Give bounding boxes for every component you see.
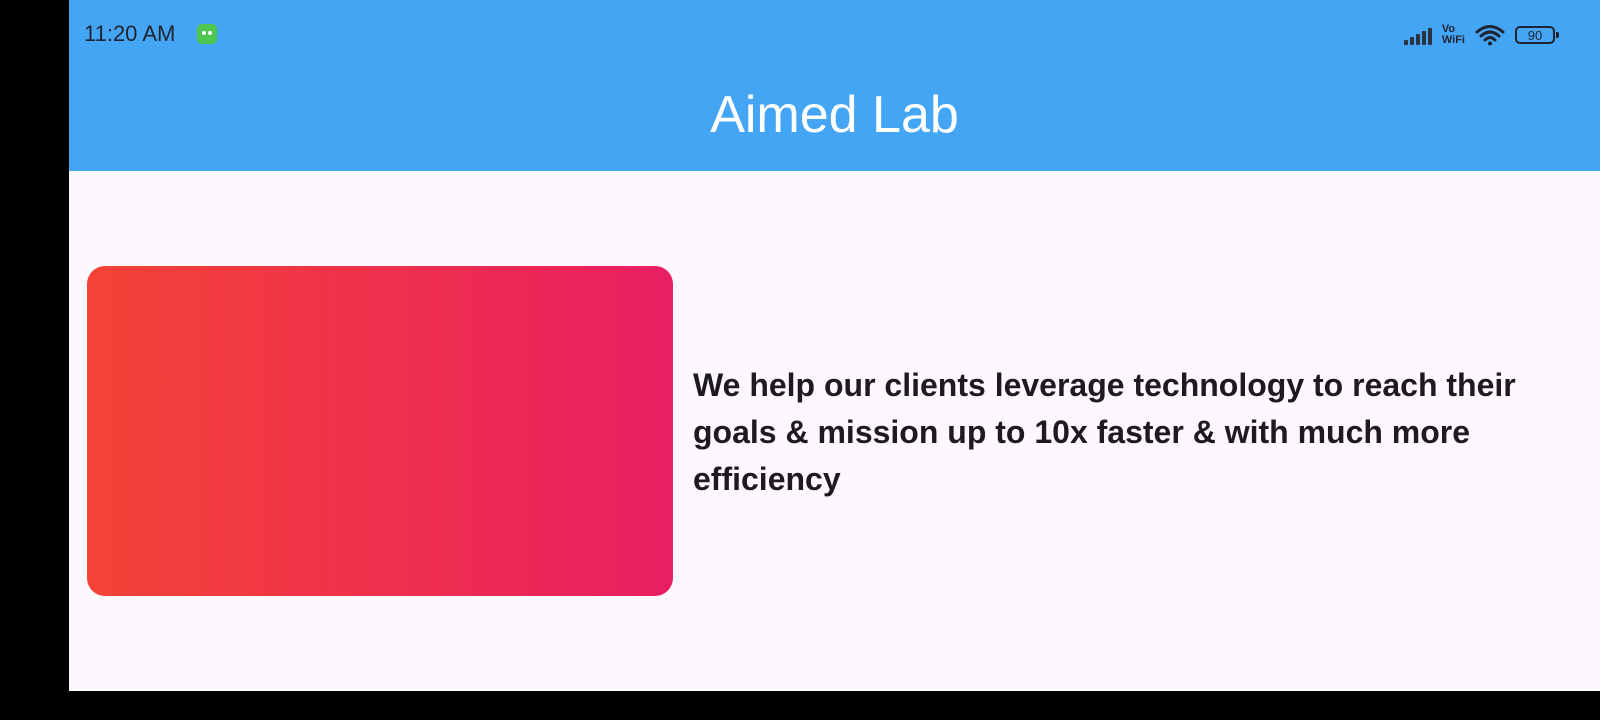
vowifi-label: Vo WiFi xyxy=(1442,24,1465,46)
app-screen: 11:20 AM Vo WiFi 90 Aimed Lab We help ou… xyxy=(69,0,1600,691)
hero-gradient-card xyxy=(87,266,673,596)
wifi-icon xyxy=(1475,24,1505,46)
status-bar: 11:20 AM Vo WiFi 90 xyxy=(69,0,1600,70)
battery-icon: 90 xyxy=(1515,26,1559,44)
vowifi-label-bottom: WiFi xyxy=(1441,34,1465,46)
signal-icon xyxy=(1403,25,1432,45)
status-indicators: Vo WiFi 90 xyxy=(1403,20,1559,50)
app-notification-icon xyxy=(197,24,217,44)
device-frame: 11:20 AM Vo WiFi 90 Aimed Lab We help ou… xyxy=(0,0,1600,720)
tagline-text: We help our clients leverage technology … xyxy=(693,367,1516,497)
status-time: 11:20 AM xyxy=(84,21,176,46)
app-title: Aimed Lab xyxy=(710,86,959,144)
battery-level: 90 xyxy=(1527,27,1543,43)
app-header: 11:20 AM Vo WiFi 90 Aimed Lab xyxy=(69,0,1600,171)
